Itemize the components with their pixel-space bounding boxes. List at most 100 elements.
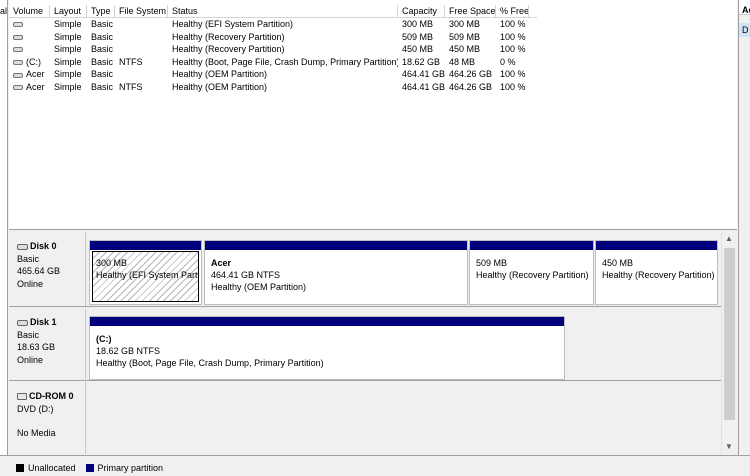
- partition-size: 450 MB: [602, 258, 634, 268]
- column-header-free-space[interactable]: Free Space: [445, 5, 496, 17]
- drive-icon: [13, 72, 23, 78]
- graph-scrollbar[interactable]: ▲ ▼: [721, 232, 736, 454]
- column-header-file-system[interactable]: File System: [115, 5, 168, 17]
- volume-list: Volume Layout Type File System Status Ca…: [9, 0, 737, 230]
- file-system-cell: NTFS: [119, 81, 143, 92]
- table-row[interactable]: Acer Simple Basic NTFS Healthy (OEM Part…: [9, 82, 529, 95]
- disk-type: DVD (D:): [17, 403, 54, 414]
- partition-acer[interactable]: Acer 464.41 GB NTFS Healthy (OEM Partiti…: [204, 240, 468, 305]
- actions-item[interactable]: D: [739, 23, 750, 37]
- disk-size: 18.63 GB: [17, 342, 56, 352]
- legend-unallocated: Unallocated: [28, 462, 76, 473]
- unallocated-swatch: [16, 463, 24, 472]
- partition-recovery-1[interactable]: 509 MB Healthy (Recovery Partition): [469, 240, 594, 305]
- disk-name: Disk 0: [30, 241, 57, 251]
- layout-cell: Simple: [54, 69, 82, 80]
- partition-status: Healthy (Recovery Partition): [602, 270, 715, 280]
- volume-list-header: Volume Layout Type File System Status Ca…: [9, 5, 537, 18]
- disk-0-row: Disk 0 Basic 465.64 GB Online 300 MB Hea…: [9, 232, 721, 307]
- layout-cell: Simple: [54, 81, 82, 92]
- cdrom-row: CD-ROM 0 DVD (D:) No Media: [9, 382, 721, 454]
- table-row[interactable]: (C:) Simple Basic NTFS Healthy (Boot, Pa…: [9, 57, 529, 70]
- disk-0-label[interactable]: Disk 0 Basic 465.64 GB Online: [9, 232, 86, 306]
- capacity-cell: 450 MB: [402, 44, 434, 55]
- percent-free-cell: 0 %: [500, 56, 516, 67]
- disk-name: CD-ROM 0: [29, 391, 74, 401]
- drive-icon: [13, 34, 23, 40]
- primary-partition-swatch: [85, 463, 94, 472]
- volume-cell: [9, 32, 50, 45]
- capacity-cell: 464.41 GB: [402, 81, 445, 92]
- left-pane-edge: al: [0, 0, 8, 476]
- layout-cell: Simple: [54, 56, 82, 67]
- partition-status: Healthy (EFI System Partiti: [96, 270, 199, 280]
- layout-cell: Simple: [54, 19, 82, 29]
- percent-free-cell: 100 %: [500, 31, 526, 42]
- column-header-layout[interactable]: Layout: [50, 5, 87, 17]
- free-space-cell: 509 MB: [449, 31, 481, 42]
- scroll-up-icon[interactable]: ▲: [722, 232, 736, 246]
- type-cell: Basic: [91, 31, 114, 42]
- capacity-cell: 464.41 GB: [402, 69, 445, 80]
- partition-title: (C:): [96, 334, 112, 344]
- disk-state: Online: [17, 278, 44, 289]
- table-row[interactable]: Simple Basic Healthy (Recovery Partition…: [9, 44, 529, 57]
- disk-name: Disk 1: [30, 317, 57, 327]
- partition-efi[interactable]: 300 MB Healthy (EFI System Partiti: [89, 240, 202, 305]
- table-row[interactable]: Simple Basic Healthy (Recovery Partition…: [9, 32, 529, 45]
- status-cell: Healthy (OEM Partition): [172, 69, 268, 80]
- partition-bar: [596, 241, 717, 250]
- disk-icon: [17, 243, 28, 250]
- capacity-cell: 509 MB: [402, 31, 434, 42]
- scroll-down-icon[interactable]: ▼: [722, 440, 736, 454]
- column-header-volume[interactable]: Volume: [9, 5, 50, 17]
- type-cell: Basic: [91, 81, 114, 92]
- column-header-type[interactable]: Type: [87, 5, 115, 17]
- free-space-cell: 464.26 GB: [449, 69, 493, 80]
- volume-cell: Acer: [9, 69, 50, 82]
- type-cell: Basic: [91, 56, 114, 67]
- partition-status: Healthy (OEM Partition): [211, 282, 307, 292]
- table-row[interactable]: Simple Basic Healthy (EFI System Partiti…: [9, 19, 529, 32]
- disk-type: Basic: [17, 329, 40, 340]
- free-space-cell: 300 MB: [449, 19, 481, 29]
- cdrom-label[interactable]: CD-ROM 0 DVD (D:) No Media: [9, 382, 86, 454]
- actions-pane: Ac D: [738, 0, 750, 476]
- status-cell: Healthy (OEM Partition): [172, 81, 268, 92]
- status-cell: Healthy (EFI System Partition): [172, 19, 294, 29]
- left-pane-text: al: [0, 6, 8, 16]
- scroll-thumb[interactable]: [724, 248, 735, 420]
- file-system-cell: [115, 32, 168, 45]
- partition-body: 450 MB Healthy (Recovery Partition): [598, 251, 715, 302]
- partition-size: 18.62 GB NTFS: [96, 346, 161, 356]
- volume-cell: Acer: [9, 82, 50, 95]
- capacity-cell: 300 MB: [402, 19, 434, 29]
- partition-status: Healthy (Boot, Page File, Crash Dump, Pr…: [96, 358, 324, 368]
- partition-size: 300 MB: [96, 258, 128, 268]
- partition-body: Acer 464.41 GB NTFS Healthy (OEM Partiti…: [207, 251, 465, 302]
- disk-1-label[interactable]: Disk 1 Basic 18.63 GB Online: [9, 308, 86, 380]
- cd-drive-icon: [17, 393, 27, 401]
- column-header-percent-free[interactable]: % Free: [496, 5, 529, 17]
- partition-status: Healthy (Recovery Partition): [476, 270, 589, 280]
- column-header-capacity[interactable]: Capacity: [398, 5, 445, 17]
- disk-graphical-view: Disk 0 Basic 465.64 GB Online 300 MB Hea…: [9, 232, 721, 454]
- partition-c-drive[interactable]: (C:) 18.62 GB NTFS Healthy (Boot, Page F…: [89, 316, 565, 380]
- percent-free-cell: 100 %: [500, 81, 526, 92]
- drive-icon: [13, 47, 23, 53]
- column-header-status[interactable]: Status: [168, 5, 398, 17]
- volume-cell: [9, 44, 50, 57]
- volume-rows: Simple Basic Healthy (EFI System Partiti…: [9, 19, 529, 95]
- percent-free-cell: 100 %: [500, 44, 526, 55]
- table-row[interactable]: Acer Simple Basic Healthy (OEM Partition…: [9, 69, 529, 82]
- file-system-cell: [115, 44, 168, 57]
- type-cell: Basic: [91, 19, 114, 29]
- percent-free-cell: 100 %: [500, 19, 526, 29]
- partition-bar: [470, 241, 593, 250]
- partition-bar: [90, 241, 201, 250]
- partition-size: 464.41 GB NTFS: [211, 270, 281, 280]
- drive-icon: [13, 85, 23, 91]
- capacity-cell: 18.62 GB: [402, 56, 441, 67]
- disk-type: Basic: [17, 253, 40, 264]
- partition-recovery-2[interactable]: 450 MB Healthy (Recovery Partition): [595, 240, 718, 305]
